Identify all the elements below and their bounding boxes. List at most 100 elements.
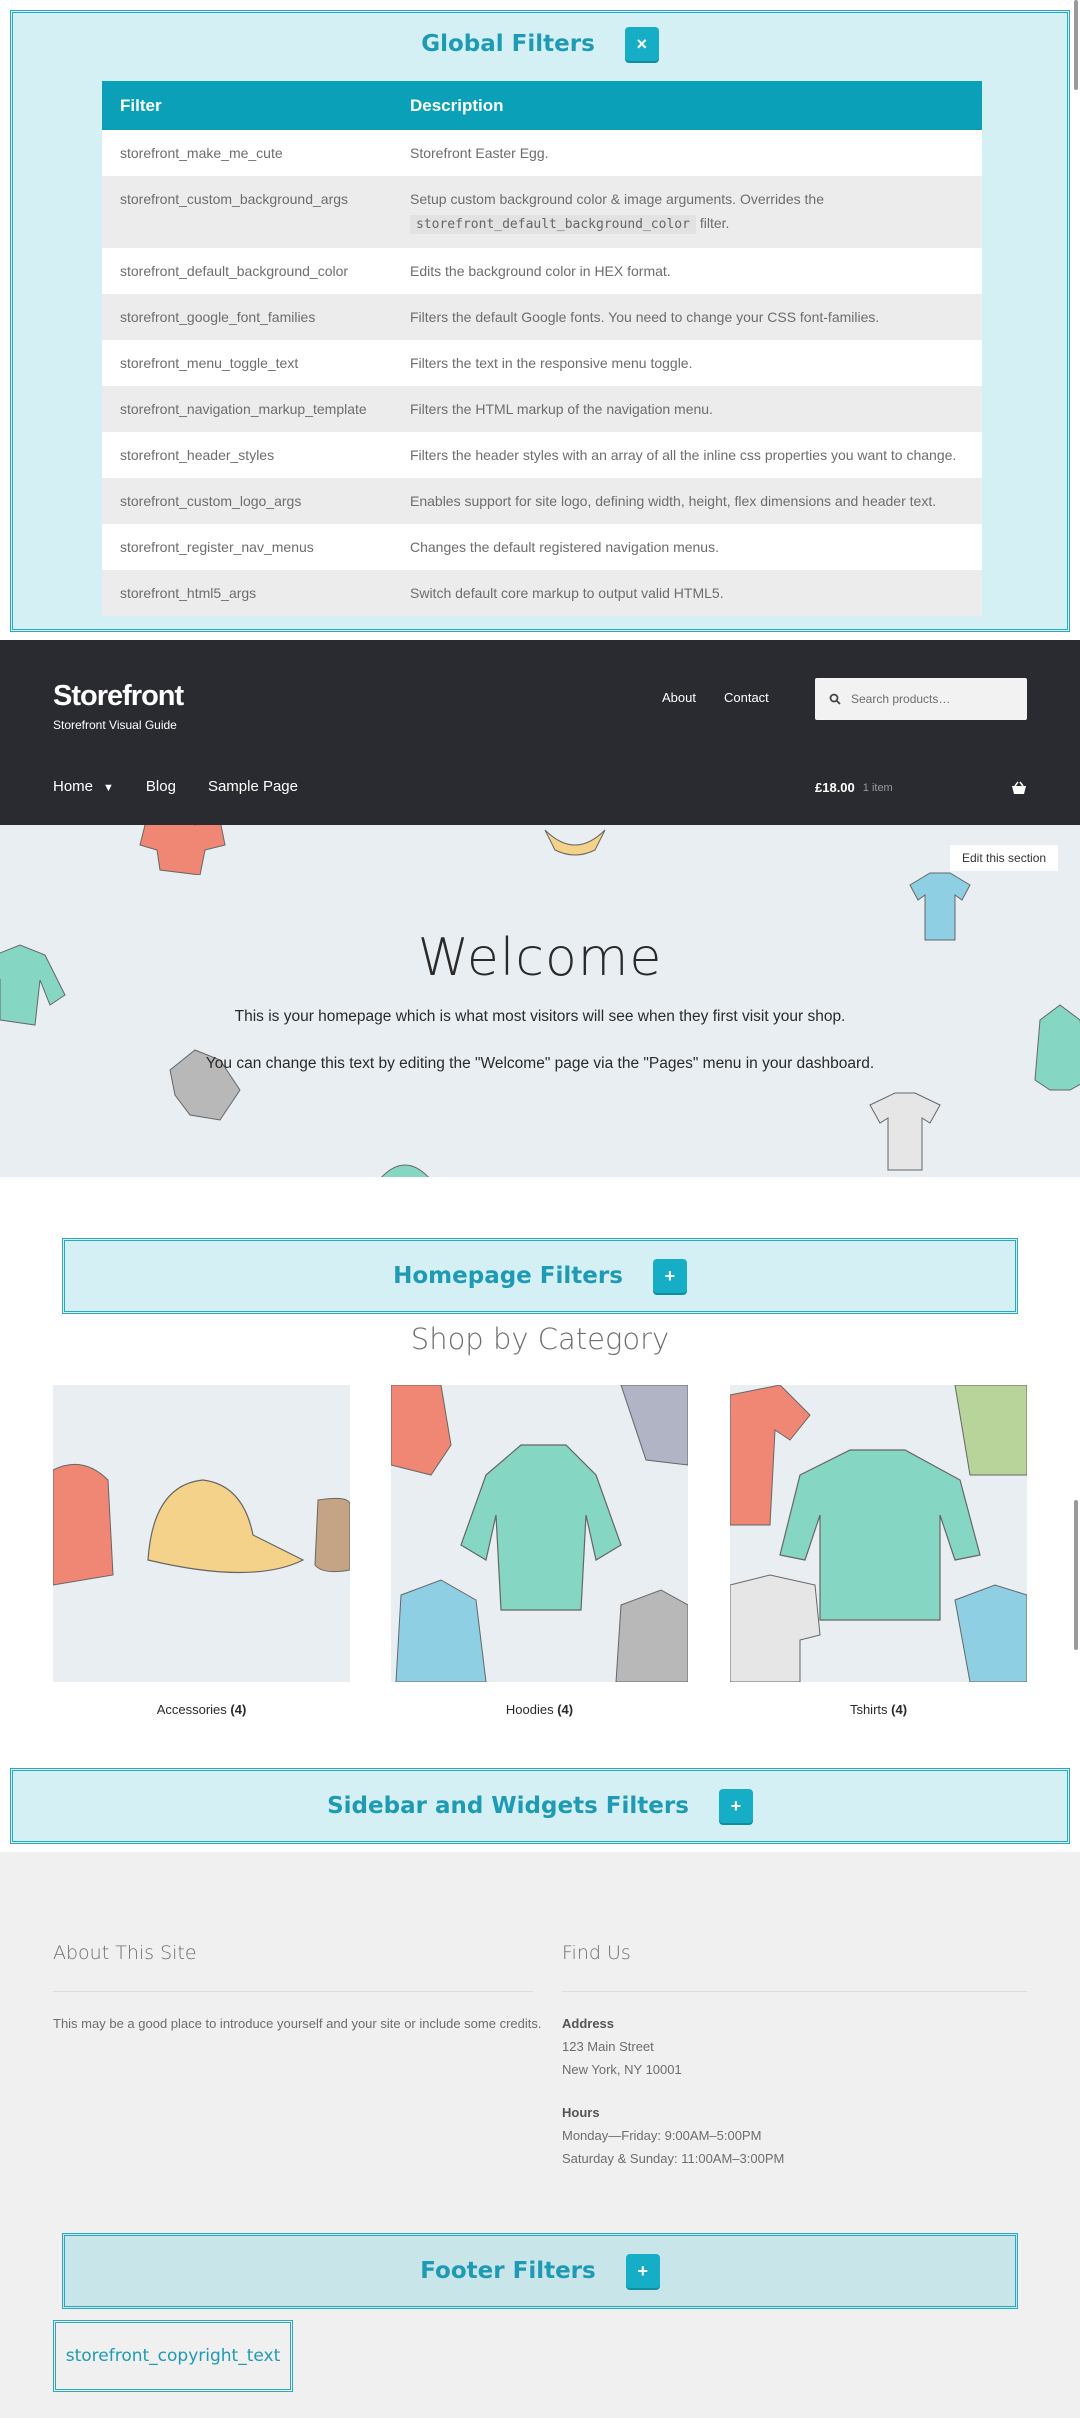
filter-name: storefront_default_background_color: [102, 248, 392, 294]
nav-item-home[interactable]: Home ▼: [53, 778, 114, 795]
category-image[interactable]: [53, 1385, 350, 1682]
widget-divider: [53, 1991, 533, 1992]
welcome-hero: Edit this section Welcome This is your h…: [0, 825, 1080, 1177]
address-block: Address 123 Main Street New York, NY 100…: [562, 2012, 682, 2081]
nav-item-sample-page[interactable]: Sample Page: [208, 778, 298, 795]
filter-name: storefront_custom_logo_args: [102, 478, 392, 524]
hours-line-2: Saturday & Sunday: 11:00AM–3:00PM: [562, 2151, 785, 2166]
site-title[interactable]: Storefront: [53, 680, 184, 713]
global-filters-panel: Global Filters × Filter Description stor…: [10, 10, 1070, 632]
global-filters-close-button[interactable]: ×: [624, 27, 659, 61]
filter-description: Filters the text in the responsive menu …: [392, 340, 982, 386]
global-filters-title: Global Filters: [421, 31, 595, 57]
hero-text-2: You can change this text by editing the …: [205, 1055, 875, 1072]
homepage-filters-header: Homepage Filters +: [65, 1241, 1015, 1311]
filter-description-suffix: filter.: [695, 215, 730, 231]
table-row: storefront_custom_logo_args Enables supp…: [102, 478, 982, 524]
header-cart[interactable]: £18.00 1 item: [815, 780, 1027, 795]
category-label[interactable]: Hoodies (4): [391, 1702, 688, 1717]
table-row: storefront_html5_args Switch default cor…: [102, 570, 982, 616]
site-header: Storefront Storefront Visual Guide About…: [0, 640, 1080, 825]
filter-name: storefront_navigation_markup_template: [102, 386, 392, 432]
jacket-illustration: [169, 1049, 241, 1121]
primary-navigation: Home ▼ Blog Sample Page: [53, 778, 298, 795]
filter-description-text: Setup custom background color & image ar…: [410, 191, 824, 207]
global-filters-header: Global Filters ×: [13, 27, 1067, 61]
hours-line-1: Monday—Friday: 9:00AM–5:00PM: [562, 2128, 762, 2143]
filter-description: Storefront Easter Egg.: [392, 130, 982, 176]
category-label[interactable]: Tshirts (4): [730, 1702, 1027, 1717]
filter-name: storefront_make_me_cute: [102, 130, 392, 176]
nav-home-label: Home: [53, 778, 94, 795]
filter-name: storefront_google_font_families: [102, 294, 392, 340]
secondary-navigation: About Contact: [662, 690, 769, 705]
cart-amount: £18.00: [815, 780, 855, 795]
cart-count: 1 item: [862, 781, 893, 794]
scrollbar-thumb[interactable]: [1074, 1500, 1078, 1650]
category-name: Accessories: [156, 1702, 227, 1717]
shop-by-category-title: Shop by Category: [410, 1322, 670, 1356]
edit-section-button[interactable]: Edit this section: [950, 845, 1059, 871]
table-row: storefront_navigation_markup_template Fi…: [102, 386, 982, 432]
table-row: storefront_google_font_families Filters …: [102, 294, 982, 340]
filter-description: Switch default core markup to output val…: [392, 570, 982, 616]
table-row: storefront_header_styles Filters the hea…: [102, 432, 982, 478]
filter-description: Filters the default Google fonts. You ne…: [392, 294, 982, 340]
footer-filters-expand-button[interactable]: +: [625, 2254, 660, 2288]
find-us-widget-title: Find Us: [562, 1942, 631, 1964]
homepage-filters-panel: Homepage Filters +: [62, 1238, 1018, 1314]
category-label[interactable]: Accessories (4): [53, 1702, 350, 1717]
search-placeholder: Search products…: [851, 692, 951, 706]
sidebar-filters-expand-button[interactable]: +: [718, 1789, 753, 1823]
filter-description: Filters the header styles with an array …: [392, 432, 982, 478]
nav-link-about[interactable]: About: [662, 690, 696, 705]
category-card-accessories[interactable]: Accessories (4): [53, 1385, 350, 1717]
category-image[interactable]: [730, 1385, 1027, 1682]
category-count: (4): [557, 1702, 574, 1717]
footer-filters-title: Footer Filters: [420, 2258, 596, 2284]
table-row: storefront_register_nav_menus Changes th…: [102, 524, 982, 570]
filter-name: storefront_header_styles: [102, 432, 392, 478]
about-widget-title: About This Site: [53, 1942, 197, 1964]
category-name: Hoodies: [505, 1702, 554, 1717]
filter-description: Filters the HTML markup of the navigatio…: [392, 386, 982, 432]
product-search-field[interactable]: Search products…: [815, 678, 1027, 720]
table-row: storefront_make_me_cute Storefront Easte…: [102, 130, 982, 176]
footer-filters-panel: Footer Filters +: [62, 2233, 1018, 2309]
category-image[interactable]: [391, 1385, 688, 1682]
shirt-illustration: [139, 825, 226, 875]
global-filters-table: Filter Description storefront_make_me_cu…: [102, 81, 982, 616]
nav-link-contact[interactable]: Contact: [724, 690, 769, 705]
category-count: (4): [891, 1702, 908, 1717]
scrollbar-thumb[interactable]: [1074, 0, 1078, 90]
hoodies-illustration: [391, 1385, 688, 1682]
category-name: Tshirts: [849, 1702, 888, 1717]
filter-description: Enables support for site logo, defining …: [392, 478, 982, 524]
search-icon: [829, 693, 841, 705]
tshirts-illustration: [730, 1385, 1027, 1682]
filter-description: Changes the default registered navigatio…: [392, 524, 982, 570]
column-header-description: Description: [392, 81, 982, 130]
hero-title: Welcome: [417, 928, 663, 988]
category-card-tshirts[interactable]: Tshirts (4): [730, 1385, 1027, 1717]
hoodie-teal-illustration: [381, 1164, 429, 1177]
filter-name: storefront_register_nav_menus: [102, 524, 392, 570]
table-row: storefront_menu_toggle_text Filters the …: [102, 340, 982, 386]
shopping-basket-icon: [1012, 781, 1026, 794]
category-card-hoodies[interactable]: Hoodies (4): [391, 1385, 688, 1717]
homepage-filters-expand-button[interactable]: +: [652, 1259, 687, 1293]
hat-illustration: [544, 829, 606, 856]
sidebar-filters-header: Sidebar and Widgets Filters +: [13, 1771, 1067, 1841]
column-header-filter: Filter: [102, 81, 392, 130]
filter-description: Setup custom background color & image ar…: [392, 176, 982, 248]
filter-name: storefront_menu_toggle_text: [102, 340, 392, 386]
nav-item-blog[interactable]: Blog: [146, 778, 176, 795]
hours-label: Hours: [562, 2105, 600, 2120]
filter-code: storefront_default_background_color: [410, 215, 696, 234]
chevron-down-icon[interactable]: ▼: [103, 782, 114, 794]
hours-block: Hours Monday—Friday: 9:00AM–5:00PM Satur…: [562, 2101, 784, 2170]
copyright-filter-item[interactable]: storefront_copyright_text: [53, 2320, 293, 2392]
widget-divider: [562, 1991, 1027, 1992]
address-label: Address: [562, 2016, 615, 2031]
table-row: storefront_default_background_color Edit…: [102, 248, 982, 294]
